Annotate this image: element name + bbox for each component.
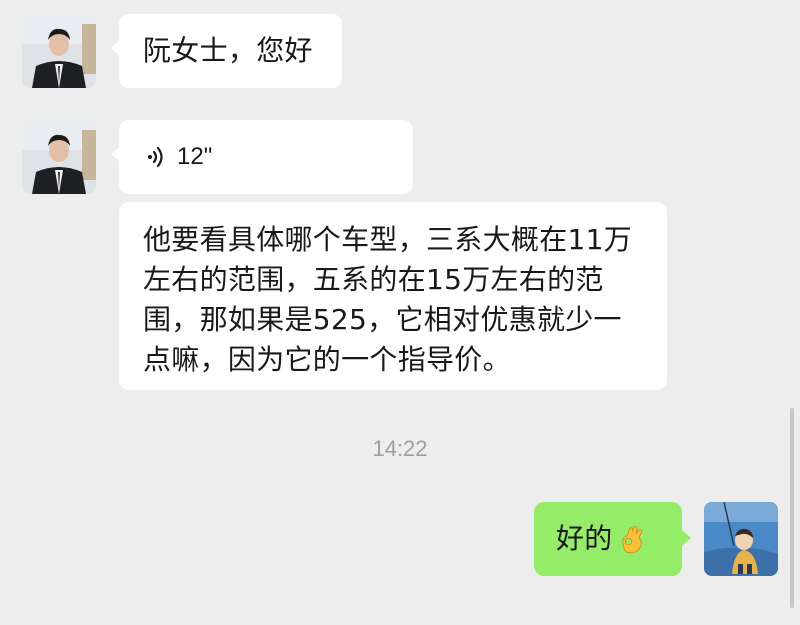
voice-message-bubble[interactable]: 12"	[111, 120, 413, 194]
sender-avatar-image	[22, 120, 96, 194]
ok-hand-emoji-icon	[622, 525, 643, 554]
scrollbar[interactable]	[790, 408, 794, 608]
user-avatar-image	[704, 502, 778, 576]
sender-avatar-image	[22, 14, 96, 88]
sender-avatar[interactable]	[22, 120, 96, 194]
message-timestamp: 14:22	[372, 436, 428, 461]
reply-message-text: 好的	[556, 522, 613, 555]
sender-avatar[interactable]	[22, 14, 96, 88]
greeting-message-bubble[interactable]: 阮女士，您好	[111, 14, 342, 88]
voice-wave-icon	[148, 146, 163, 168]
voice-transcript-bubble[interactable]: 他要看具体哪个车型，三系大概在11万左右的范围，五系的在15万左右的范围，那如果…	[119, 202, 667, 390]
greeting-message-text: 阮女士，您好	[143, 34, 313, 67]
voice-duration: 12"	[177, 143, 213, 170]
user-avatar[interactable]	[704, 502, 778, 576]
voice-transcript-text: 他要看具体哪个车型，三系大概在11万左右的范围，五系的在15万左右的范围，那如果…	[143, 223, 633, 376]
reply-message-bubble[interactable]: 好的	[534, 502, 691, 576]
